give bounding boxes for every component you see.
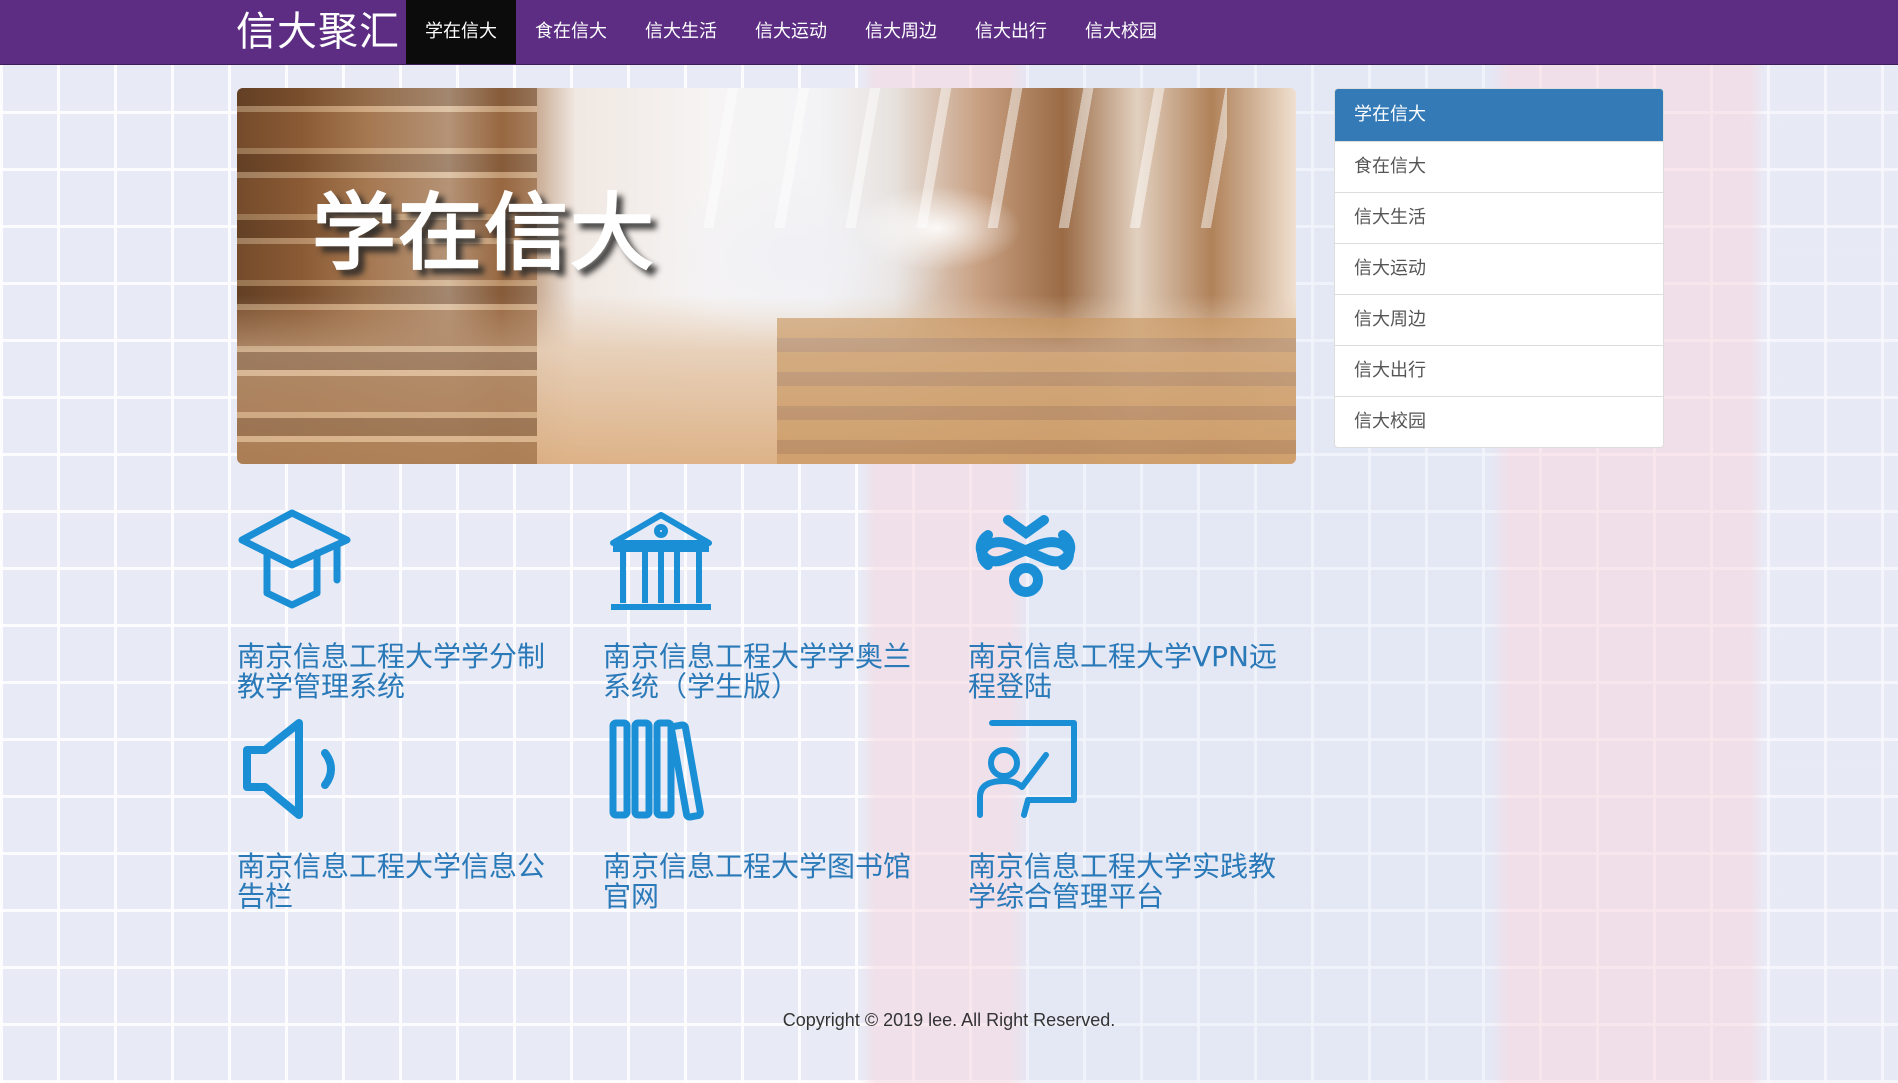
tile-credit-system[interactable]: 南京信息工程大学学分制教学管理系统	[237, 505, 557, 702]
sidebar-item-campus[interactable]: 信大校园	[1335, 396, 1663, 447]
nav-item-surroundings[interactable]: 信大周边	[846, 0, 956, 64]
tile-vpn-login-label[interactable]: 南京信息工程大学VPN远程登陆	[968, 642, 1280, 702]
tile-aolan-system-label[interactable]: 南京信息工程大学学奥兰系统（学生版）	[603, 642, 915, 702]
nav-item-life[interactable]: 信大生活	[626, 0, 736, 64]
sidebar-item-surroundings[interactable]: 信大周边	[1335, 294, 1663, 345]
nav-item-study[interactable]: 学在信大	[406, 0, 516, 64]
tile-practice-platform[interactable]: 南京信息工程大学实践教学综合管理平台	[968, 715, 1288, 912]
nav-item-transport[interactable]: 信大出行	[956, 0, 1066, 64]
bank-building-icon	[610, 512, 712, 610]
tile-vpn-login[interactable]: 南京信息工程大学VPN远程登陆	[968, 505, 1288, 702]
sidebar-item-sports[interactable]: 信大运动	[1335, 243, 1663, 294]
sidebar-item-food[interactable]: 食在信大	[1335, 141, 1663, 192]
hero-title: 学在信大	[312, 184, 657, 282]
sidebar-item-life[interactable]: 信大生活	[1335, 192, 1663, 243]
sidebar-item-transport[interactable]: 信大出行	[1335, 345, 1663, 396]
top-navbar: 信大聚汇 学在信大 食在信大 信大生活 信大运动 信大周边 信大出行 信大校园	[0, 0, 1898, 65]
tile-notice-board[interactable]: 南京信息工程大学信息公告栏	[237, 715, 557, 912]
vpn-knot-icon	[975, 515, 1076, 597]
nav-item-campus[interactable]: 信大校园	[1066, 0, 1176, 64]
tile-aolan-system[interactable]: 南京信息工程大学学奥兰系统（学生版）	[603, 505, 923, 702]
tile-library-label[interactable]: 南京信息工程大学图书馆官网	[603, 852, 915, 912]
main-nav: 学在信大 食在信大 信大生活 信大运动 信大周边 信大出行 信大校园	[406, 0, 1176, 64]
speaker-icon	[243, 719, 335, 819]
hero-desks-decoration	[777, 318, 1296, 464]
tile-library[interactable]: 南京信息工程大学图书馆官网	[603, 715, 923, 912]
hero-banner: 学在信大	[237, 88, 1296, 464]
hero-ceiling-lights-decoration	[667, 88, 1227, 228]
teacher-board-icon	[977, 720, 1077, 818]
sidebar-list-group: 学在信大 食在信大 信大生活 信大运动 信大周边 信大出行 信大校园	[1334, 88, 1664, 448]
nav-item-food[interactable]: 食在信大	[516, 0, 626, 64]
books-icon	[609, 719, 704, 821]
tile-practice-platform-label[interactable]: 南京信息工程大学实践教学综合管理平台	[968, 852, 1280, 912]
brand-logo[interactable]: 信大聚汇	[236, 7, 400, 57]
nav-item-sports[interactable]: 信大运动	[736, 0, 846, 64]
tile-credit-system-label[interactable]: 南京信息工程大学学分制教学管理系统	[237, 642, 549, 702]
footer-copyright: Copyright © 2019 lee. All Right Reserved…	[782, 1010, 1116, 1030]
tile-notice-board-label[interactable]: 南京信息工程大学信息公告栏	[237, 852, 549, 912]
graduation-cap-icon	[238, 509, 351, 609]
sidebar-item-study[interactable]: 学在信大	[1335, 89, 1663, 141]
